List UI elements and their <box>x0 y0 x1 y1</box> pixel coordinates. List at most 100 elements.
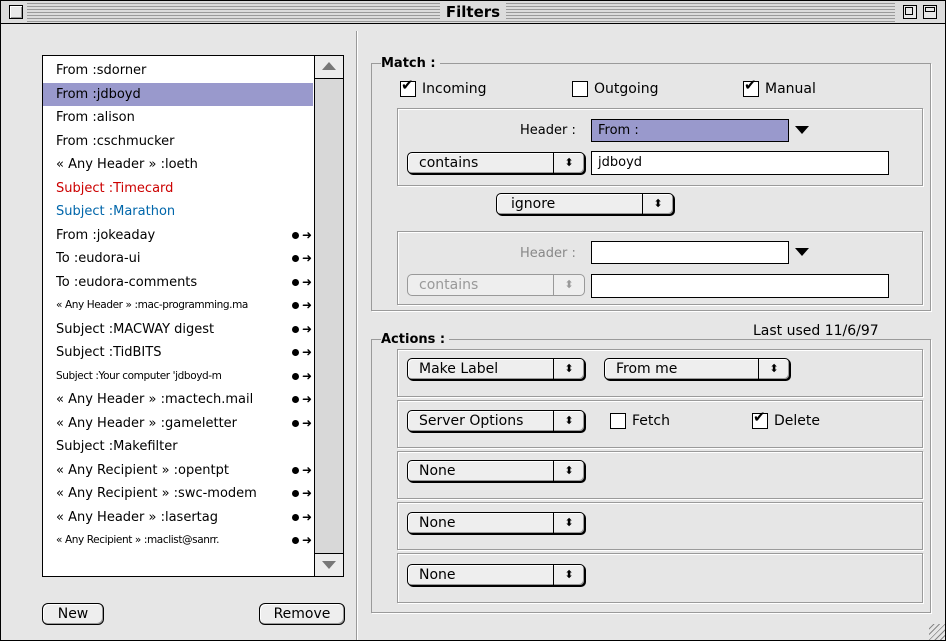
filter-list-item[interactable]: « Any Recipient » :maclist@sanrr. ➜ <box>43 529 313 552</box>
arrow-right-icon: ➜ <box>302 227 313 242</box>
check-icon: ✔ <box>744 76 757 94</box>
window-title: Filters <box>439 3 507 21</box>
action-type-popup-3[interactable]: None ⬍ <box>407 460 585 482</box>
filter-list-item[interactable]: « Any Header » :mactech.mail ➜ <box>43 388 313 411</box>
bullet-icon <box>292 537 299 544</box>
filter-list-item[interactable]: Subject :Makefilter <box>43 435 313 458</box>
filter-label: From :alison <box>56 110 135 125</box>
filter-list-item[interactable]: Subject :Timecard <box>43 177 313 200</box>
filter-list-scrollbar[interactable] <box>314 56 343 576</box>
label-popup[interactable]: From me ⬍ <box>604 358 790 380</box>
check-icon: ✔ <box>401 76 414 94</box>
header-label-1: Header : <box>520 123 576 138</box>
bullet-icon <box>292 513 299 521</box>
header-field-1[interactable]: From : <box>591 119 789 142</box>
bullet-icon <box>292 231 299 239</box>
filter-label: « Any Header » :gameletter <box>56 415 238 431</box>
filter-label: Subject :TidBITS <box>56 345 162 360</box>
arrow-right-icon: ➜ <box>302 486 313 500</box>
arrow-right-icon: ➜ <box>302 509 313 524</box>
bullet-icon <box>292 396 299 403</box>
value-field-2[interactable] <box>591 274 889 298</box>
value-field-1[interactable]: jdboyd <box>591 151 889 175</box>
filter-list-item[interactable]: Subject :Marathon <box>43 200 313 223</box>
bullet-icon <box>292 302 299 309</box>
arrow-right-icon: ➜ <box>302 345 313 359</box>
arrow-right-icon: ➜ <box>302 368 313 383</box>
filter-list-item[interactable]: From :jokeaday ➜ <box>43 224 313 247</box>
filter-label: « Any Recipient » :maclist@sanrr. <box>56 534 220 546</box>
filter-list-item[interactable]: Subject :MACWAY digest ➜ <box>43 318 313 341</box>
arrow-right-icon: ➜ <box>302 533 313 547</box>
filter-label: « Any Header » :lasertag <box>56 509 218 525</box>
filter-label: To :eudora-comments <box>56 274 198 290</box>
resize-grip-icon[interactable] <box>929 624 945 640</box>
filter-list-item[interactable]: From :alison <box>43 106 313 129</box>
filter-label: From :jdboyd <box>56 86 141 102</box>
filter-list-item[interactable]: « Any Recipient » :opentpt ➜ <box>43 459 313 482</box>
zoom-box[interactable] <box>903 5 917 19</box>
popup-arrow-icon: ⬍ <box>553 359 584 379</box>
arrow-right-icon: ➜ <box>302 462 313 477</box>
popup-arrow-icon: ⬍ <box>758 359 789 379</box>
filter-list-item[interactable]: « Any Header » :lasertag ➜ <box>43 506 313 529</box>
conjunction-popup[interactable]: ignore ⬍ <box>496 193 674 215</box>
bullet-icon <box>292 372 299 380</box>
filter-list-item[interactable]: « Any Recipient » :swc-modem ➜ <box>43 482 313 505</box>
filter-label: Subject :MACWAY digest <box>56 321 215 337</box>
filter-list-item[interactable]: « Any Header » :gameletter ➜ <box>43 412 313 435</box>
filter-list-item[interactable]: From :cschmucker <box>43 130 313 153</box>
filter-label: Subject :Your computer 'jdboyd-m <box>56 369 222 382</box>
filter-list-item[interactable]: From :sdorner <box>43 59 313 82</box>
filter-label: « Any Recipient » :swc-modem <box>56 486 257 501</box>
filter-list[interactable]: From :sdorner From :jdboyd From :alison Fro… <box>42 55 344 577</box>
new-button[interactable]: New <box>42 603 104 625</box>
bullet-icon <box>292 349 299 356</box>
popup-arrow-icon: ⬍ <box>553 411 584 431</box>
filter-list-item[interactable]: From :jdboyd <box>43 82 313 106</box>
action-type-popup-2[interactable]: Server Options ⬍ <box>407 410 585 432</box>
filter-list-item[interactable]: Subject :Your computer 'jdboyd-m ➜ <box>43 365 313 388</box>
arrow-right-icon: ➜ <box>302 251 313 265</box>
filter-label: Subject :Timecard <box>56 180 174 196</box>
filter-label: « Any Header » :loeth <box>56 157 198 172</box>
verb-popup-1[interactable]: contains ⬍ <box>407 152 585 174</box>
header-dropdown-arrow-1[interactable] <box>795 126 809 134</box>
filter-label: Subject :Makefilter <box>56 439 178 454</box>
popup-arrow-icon: ⬍ <box>642 194 673 214</box>
popup-arrow-icon: ⬍ <box>553 275 584 295</box>
action-type-popup-5[interactable]: None ⬍ <box>407 564 585 586</box>
bullet-icon <box>292 490 299 497</box>
bullet-icon <box>292 255 299 262</box>
check-icon: ✔ <box>753 408 766 426</box>
filter-label: From :sdorner <box>56 63 147 78</box>
filter-list-item[interactable]: Subject :TidBITS ➜ <box>43 341 313 364</box>
filter-list-item[interactable]: To :eudora-comments ➜ <box>43 271 313 294</box>
header-dropdown-arrow-2[interactable] <box>795 248 809 256</box>
header-field-2[interactable] <box>591 241 789 264</box>
arrow-right-icon: ➜ <box>302 415 313 430</box>
bullet-icon <box>292 466 299 474</box>
arrow-right-icon: ➜ <box>302 274 313 289</box>
collapse-box[interactable] <box>923 5 937 19</box>
popup-arrow-icon: ⬍ <box>553 461 584 481</box>
filter-list-item[interactable]: « Any Header » :loeth <box>43 153 313 176</box>
arrow-right-icon: ➜ <box>302 392 313 406</box>
popup-arrow-icon: ⬍ <box>553 153 584 173</box>
verb-popup-2[interactable]: contains ⬍ <box>407 274 585 296</box>
title-bar[interactable]: Filters <box>1 1 945 24</box>
bullet-icon <box>292 278 299 286</box>
action-type-popup-4[interactable]: None ⬍ <box>407 512 585 534</box>
scroll-up-arrow[interactable] <box>315 56 343 79</box>
filter-label: « Any Header » :mactech.mail <box>56 392 254 407</box>
filter-list-item[interactable]: To :eudora-ui ➜ <box>43 247 313 270</box>
scroll-down-arrow[interactable] <box>315 553 343 576</box>
action-type-popup-1[interactable]: Make Label ⬍ <box>407 358 585 380</box>
match-title: Match : <box>381 56 440 72</box>
filter-list-item[interactable]: « Any Header » :mac-programming.ma ➜ <box>43 294 313 317</box>
filter-label: To :eudora-ui <box>56 251 141 266</box>
filter-label: From :jokeaday <box>56 227 156 243</box>
remove-button[interactable]: Remove <box>259 603 345 625</box>
bullet-icon <box>292 419 299 427</box>
panel-divider <box>356 31 358 640</box>
